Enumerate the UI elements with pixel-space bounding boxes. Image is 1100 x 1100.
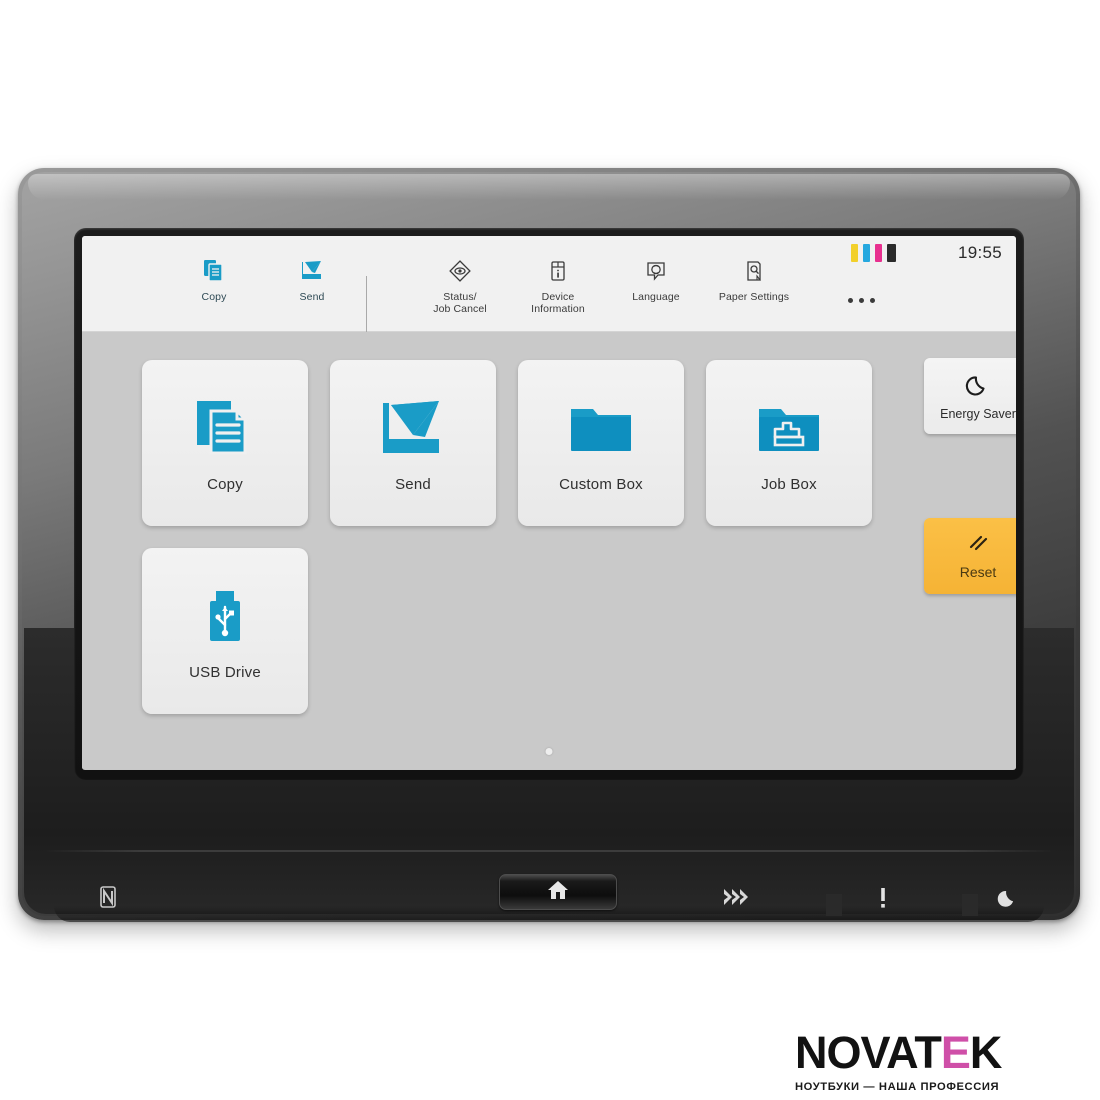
- data-transfer-icon: [721, 886, 751, 913]
- toolbar-item-status-job-cancel[interactable]: Status/ Job Cancel: [408, 258, 512, 315]
- hardware-key-row: [18, 868, 1080, 938]
- toolbar-item-label: Send: [299, 291, 325, 303]
- language-icon: [643, 258, 669, 289]
- lower-body-divider: [42, 850, 1056, 852]
- tile-label: USB Drive: [189, 663, 261, 681]
- energy-saver-button[interactable]: Energy Saver: [924, 358, 1016, 434]
- body-notch-a: [826, 894, 842, 916]
- tile-label: Send: [395, 475, 431, 493]
- toolbar-item-label-line2: Job Cancel: [433, 302, 487, 315]
- side-button-label: Energy Saver: [940, 406, 1016, 421]
- toolbar-item-label-line1: Device: [541, 291, 575, 303]
- custom-box-folder-icon: [565, 394, 637, 468]
- novatek-watermark: NOVATEK НОУТБУКИ — НАША ПРОФЕССИЯ: [795, 1030, 1045, 1094]
- toolbar-item-label-line2: Information: [531, 302, 585, 315]
- more-dot: [870, 298, 875, 303]
- body-notch-b: [962, 894, 978, 916]
- brand-wordmark: NOVATEK: [795, 1030, 1045, 1076]
- attention-icon: [878, 886, 888, 915]
- printer-control-panel: 19:55 Copy Send Status/ Job Cancel Devic…: [18, 168, 1080, 922]
- toolbar-more-button[interactable]: [848, 298, 875, 303]
- toolbar-item-send[interactable]: Send: [260, 258, 364, 304]
- toolbar-item-label-line1: Status/: [443, 291, 477, 303]
- brand-part2: K: [969, 1027, 1002, 1078]
- job-box-folder-icon: [753, 394, 825, 468]
- tile-send[interactable]: Send: [330, 360, 496, 526]
- send-icon: [299, 258, 325, 289]
- tile-label: Copy: [207, 475, 243, 493]
- toolbar-item-language[interactable]: Language: [604, 258, 708, 304]
- tile-label: Job Box: [761, 475, 817, 493]
- home-screen: Copy Send Custom Box Job Box USB Drive E…: [82, 332, 1016, 769]
- usb-drive-icon: [189, 582, 261, 656]
- copy-icon: [201, 258, 227, 289]
- copy-tile-icon: [189, 394, 261, 468]
- toolbar-item-paper-settings[interactable]: Paper Settings: [702, 258, 806, 304]
- paper-settings-icon: [741, 258, 767, 289]
- tile-job-box[interactable]: Job Box: [706, 360, 872, 526]
- screenshot-root: 19:55 Copy Send Status/ Job Cancel Devic…: [0, 0, 1100, 1100]
- tile-custom-box[interactable]: Custom Box: [518, 360, 684, 526]
- screen-bezel: 19:55 Copy Send Status/ Job Cancel Devic…: [74, 228, 1024, 780]
- device-information-icon: [545, 258, 571, 289]
- tile-label: Custom Box: [559, 475, 643, 493]
- home-tile-grid: Copy Send Custom Box Job Box USB Drive: [142, 360, 882, 714]
- moon-icon: [965, 372, 991, 403]
- status-job-cancel-icon: [447, 258, 473, 289]
- toolbar-items: Copy Send Status/ Job Cancel Device Info…: [82, 258, 1016, 340]
- side-button-column: Energy Saver Reset: [924, 358, 1016, 594]
- more-dot: [859, 298, 864, 303]
- side-button-label: Reset: [959, 563, 997, 580]
- touch-screen[interactable]: 19:55 Copy Send Status/ Job Cancel Devic…: [82, 236, 1016, 770]
- toolbar-item-label: Copy: [201, 291, 227, 303]
- toolbar-item-label: Paper Settings: [718, 291, 790, 303]
- toolbar-item-device-information[interactable]: Device Information: [506, 258, 610, 315]
- page-indicator-dot[interactable]: [545, 748, 553, 755]
- toolbar-item-copy[interactable]: Copy: [162, 258, 266, 304]
- brand-tagline: НОУТБУКИ — НАША ПРОФЕССИЯ: [795, 1081, 1000, 1093]
- brand-accent-letter: E: [940, 1027, 971, 1078]
- tile-copy[interactable]: Copy: [142, 360, 308, 526]
- more-dot: [848, 298, 853, 303]
- energy-saver-led-icon: [996, 886, 1020, 915]
- reset-button[interactable]: Reset: [924, 518, 1016, 594]
- send-tile-icon: [377, 394, 449, 468]
- home-button[interactable]: [499, 874, 617, 910]
- tile-usb-drive[interactable]: USB Drive: [142, 548, 308, 714]
- brand-part1: NOVAT: [795, 1027, 942, 1078]
- toolbar-divider: [366, 276, 367, 340]
- nfc-icon: [96, 884, 120, 915]
- reset-slashes-icon: [965, 533, 991, 560]
- status-toolbar: 19:55 Copy Send Status/ Job Cancel Devic…: [82, 236, 1016, 340]
- home-icon: [546, 878, 570, 907]
- toolbar-item-label: Language: [632, 291, 680, 303]
